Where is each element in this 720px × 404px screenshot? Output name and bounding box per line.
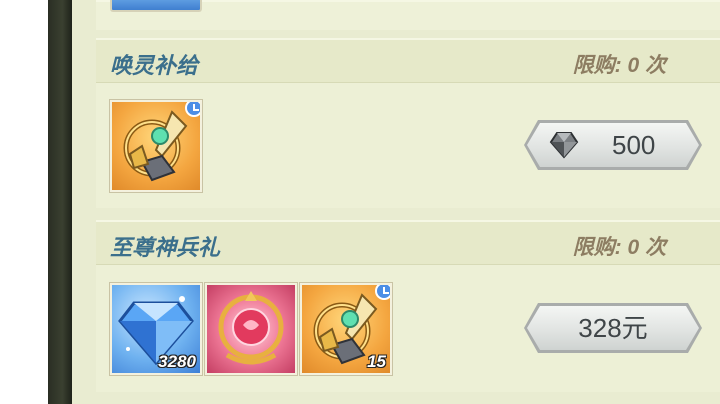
purchase-limit: 限购: 0 次 (572, 236, 666, 259)
card-body: 3280 15 328元 (96, 265, 720, 391)
pink-orb-emblem-icon[interactable] (205, 283, 297, 375)
purchase-limit: 限购: 0 次 (572, 54, 666, 77)
blue-diamond-icon[interactable]: 3280 (110, 283, 202, 375)
golden-compass-icon[interactable] (110, 100, 202, 192)
item-quantity: 15 (367, 352, 386, 371)
card-header: 至尊神兵礼 限购: 0 次 (96, 222, 720, 265)
item-quantity: 3280 (158, 352, 196, 371)
golden-compass-icon[interactable]: 15 (300, 283, 392, 375)
pack-title: 至尊神兵礼 (110, 235, 221, 260)
pack-card-summon-supply: 唤灵补给 限购: 0 次 500 (96, 38, 720, 208)
clock-icon (185, 102, 200, 117)
previous-item-icon (110, 0, 202, 12)
price-value: 500 (612, 130, 656, 160)
card-header: 唤灵补给 限购: 0 次 (96, 40, 720, 83)
pack-title: 唤灵补给 (110, 53, 199, 78)
buy-button[interactable]: 328元 (524, 303, 702, 353)
diamond-gem-icon (549, 132, 579, 159)
pack-card-supreme-weapon: 至尊神兵礼 限购: 0 次 3280 15 328元 (96, 220, 720, 392)
price-value: 328元 (578, 313, 648, 343)
previous-card (96, 0, 720, 30)
buy-button[interactable]: 500 (524, 120, 702, 170)
card-body: 500 (96, 83, 720, 207)
clock-icon (375, 285, 390, 300)
side-frame (48, 0, 72, 404)
